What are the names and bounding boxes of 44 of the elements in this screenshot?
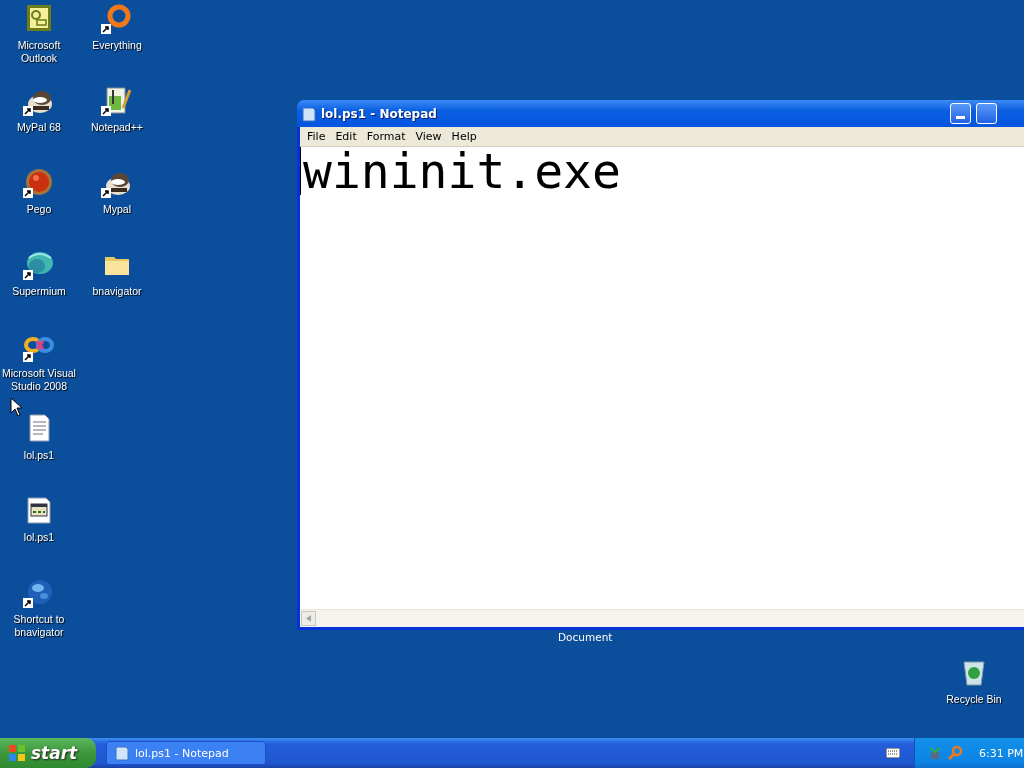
start-button[interactable]: start bbox=[0, 738, 96, 768]
icon-label[interactable]: Document bbox=[558, 631, 613, 643]
maximize-button[interactable] bbox=[976, 103, 997, 124]
keyboard-icon[interactable] bbox=[886, 748, 900, 758]
shortcut-arrow-icon bbox=[101, 188, 111, 198]
icon-label[interactable]: Everything bbox=[78, 39, 156, 52]
minimize-icon bbox=[956, 116, 965, 119]
taskbar-button[interactable]: lol.ps1 - Notepad bbox=[106, 741, 266, 765]
icon-label[interactable]: Notepad++ bbox=[78, 121, 156, 134]
left-arrow-icon bbox=[306, 615, 311, 622]
shortcut-arrow-icon bbox=[101, 24, 111, 34]
menu-item[interactable]: Help bbox=[446, 130, 482, 143]
icon-label[interactable]: Supermium bbox=[0, 285, 78, 298]
menu-item[interactable]: File bbox=[302, 130, 331, 143]
shortcut-arrow-icon bbox=[23, 352, 33, 362]
ring-icon[interactable] bbox=[101, 2, 133, 34]
shortcut-arrow-icon bbox=[23, 188, 33, 198]
icon-label[interactable]: Mypal bbox=[78, 203, 156, 216]
icon-label[interactable]: Pego bbox=[0, 203, 78, 216]
icon-label[interactable]: Microsoft Visual Studio 2008 bbox=[0, 367, 78, 393]
mouse-pointer-icon bbox=[10, 397, 22, 417]
menu-item[interactable]: Edit bbox=[330, 130, 362, 143]
window-title: lol.ps1 - Notepad bbox=[321, 106, 438, 121]
menu-item[interactable]: Format bbox=[361, 130, 411, 143]
clock[interactable]: 6:31 PM bbox=[979, 746, 1024, 760]
icon-label[interactable]: MyPal 68 bbox=[0, 121, 78, 134]
menu-item[interactable]: View bbox=[410, 130, 447, 143]
orb-icon[interactable] bbox=[23, 166, 55, 198]
icon-label[interactable]: Shortcut to bnavigator bbox=[0, 613, 78, 639]
icon-label[interactable]: lol.ps1 bbox=[0, 531, 78, 544]
minimize-button[interactable] bbox=[950, 103, 971, 124]
icon-label[interactable]: Recycle Bin bbox=[935, 693, 1013, 706]
windows-logo-icon bbox=[8, 744, 26, 762]
shortcut-arrow-icon bbox=[23, 106, 33, 116]
notepad-icon[interactable] bbox=[101, 84, 133, 116]
icon-label[interactable]: lol.ps1 bbox=[0, 449, 78, 462]
notepad-icon bbox=[302, 105, 316, 122]
icon-label[interactable]: bnavigator bbox=[78, 285, 156, 298]
notepad-icon bbox=[115, 745, 129, 761]
icon-label[interactable]: Microsoft Outlook bbox=[0, 39, 78, 65]
shortcut-arrow-icon bbox=[23, 270, 33, 280]
text-editor-content[interactable]: wininit.exe bbox=[300, 147, 621, 195]
shortcut-arrow-icon bbox=[101, 106, 111, 116]
shortcut-arrow-icon bbox=[23, 598, 33, 608]
